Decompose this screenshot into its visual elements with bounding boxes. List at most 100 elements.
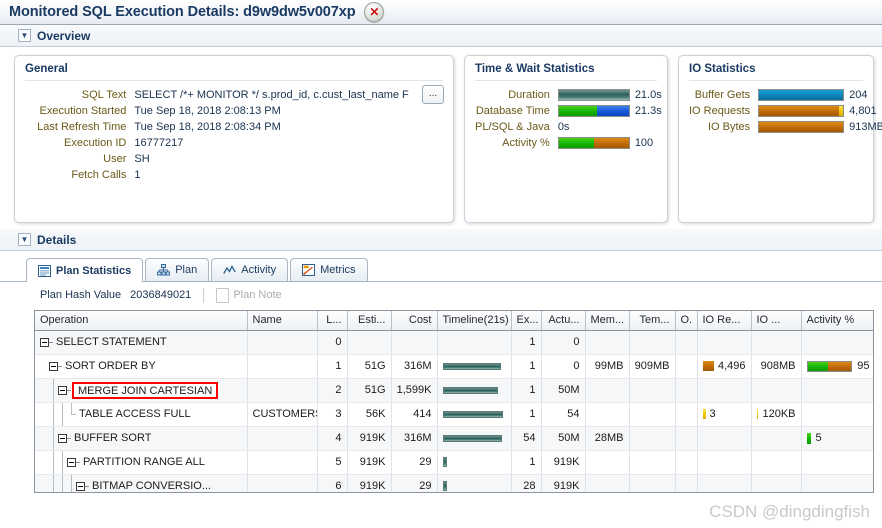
cell-executions: 54 — [511, 426, 542, 451]
cell-actual: 919K — [541, 474, 586, 492]
cell-temp — [629, 330, 676, 355]
cell-temp — [629, 378, 676, 403]
column-header-timeline[interactable]: Timeline(21s) — [437, 311, 512, 331]
column-header-io_bytes[interactable]: IO ... — [751, 311, 802, 331]
tab-label: Plan Statistics — [56, 264, 132, 277]
column-header-operation[interactable]: Operation — [35, 311, 248, 331]
cell-memory — [585, 474, 630, 492]
column-header-cost[interactable]: Cost — [391, 311, 438, 331]
close-icon[interactable]: ✕ — [364, 2, 385, 22]
column-header-line[interactable]: L... — [317, 311, 348, 331]
cell-io_requests — [697, 450, 752, 475]
tab-label: Metrics — [320, 264, 356, 276]
general-label: SQL Text — [81, 89, 127, 101]
cell-memory — [585, 450, 630, 475]
cell-io_requests — [697, 426, 752, 451]
tree-expander-icon[interactable] — [40, 337, 49, 347]
table-row[interactable]: SELECT STATEMENT 0 1 0 — [35, 330, 873, 355]
cell-timeline — [437, 354, 512, 379]
cell-estimated: 919K — [347, 450, 392, 475]
tree-guide — [40, 451, 49, 474]
value-wrapper: 913MB — [758, 121, 882, 134]
value-text: 204 — [849, 89, 868, 102]
value-wrapper: 100 — [557, 137, 653, 150]
tree-expander-icon[interactable] — [49, 361, 58, 371]
tab-label: Activity — [241, 264, 277, 276]
time-stat-value: 100 — [557, 135, 662, 151]
cell-estimated: 919K — [347, 426, 392, 451]
cell-other — [675, 402, 698, 427]
sql-text-expand-button[interactable]: ... — [422, 85, 444, 104]
tree-expander-icon[interactable] — [58, 385, 67, 395]
tree-guide — [49, 426, 58, 449]
cell-name — [247, 378, 318, 403]
cell-memory — [585, 378, 630, 403]
general-value: SH — [134, 153, 150, 165]
value-text: 913MB — [849, 121, 882, 134]
cell-io_bytes — [751, 474, 802, 492]
general-value: SELECT /*+ MONITOR */ s.prod_id, c.cust_… — [134, 89, 409, 101]
cell-line: 3 — [317, 402, 348, 427]
value-wrapper: 21.3s — [557, 105, 662, 118]
cell-timeline — [437, 474, 512, 492]
metrics-gauge-icon — [302, 264, 316, 276]
table-row[interactable]: SORT ORDER BY 1 51G 316M 1 0 99MB 909MB 4,496 908… — [35, 354, 873, 379]
cell-actual: 54 — [541, 402, 586, 427]
field-row: SQL Text SELECT /*+ MONITOR */ s.prod_id,… — [25, 87, 443, 103]
cell-executions: 1 — [511, 402, 542, 427]
tab-plan-statistics[interactable]: Plan Statistics — [26, 258, 144, 282]
tree-expander-icon[interactable] — [76, 481, 85, 491]
cell-temp — [629, 474, 676, 492]
column-header-actual[interactable]: Actu... — [541, 311, 586, 331]
details-section-header[interactable]: ▼ Details — [0, 229, 882, 251]
plan-note-button[interactable]: Plan Note — [216, 287, 282, 303]
value-text: 21.3s — [634, 105, 662, 118]
plan-statistics-table-container[interactable]: Operation Name L... Esti... Cost Timeline(21s… — [34, 310, 874, 493]
cell-timeline — [437, 330, 512, 355]
overview-section-header[interactable]: ▼ Overview — [0, 25, 882, 47]
column-header-memory[interactable]: Mem... — [585, 311, 630, 331]
tab-plan[interactable]: Plan — [145, 258, 210, 281]
chevron-down-icon[interactable]: ▼ — [18, 233, 31, 246]
column-header-activity[interactable]: Activity % — [801, 311, 873, 331]
bar-segment — [838, 106, 844, 117]
bar-segment — [759, 90, 844, 101]
column-header-io_requests[interactable]: IO Re... — [697, 311, 752, 331]
io_bytes-bar — [756, 409, 759, 419]
cell-temp — [629, 450, 676, 475]
value-wrapper: 0s — [558, 121, 570, 133]
tab-activity[interactable]: Activity — [211, 258, 289, 281]
time-stat-value: 21.3s — [557, 103, 662, 119]
tree-expander-icon[interactable] — [58, 433, 67, 443]
cell-activity: 95 — [801, 354, 873, 379]
table-row[interactable]: TABLE ACCESS FULL CUSTOMERS 3 56K 414 1 54 3 120… — [35, 402, 873, 427]
column-header-temp[interactable]: Tem... — [629, 311, 676, 331]
table-row[interactable]: BITMAP CONVERSIO... 6 919K 29 28 919K — [35, 474, 873, 492]
field-row: Activity % 100 — [475, 135, 662, 151]
chevron-down-icon[interactable]: ▼ — [18, 29, 31, 42]
tree-expander-icon[interactable] — [67, 457, 76, 467]
cell-temp: 909MB — [629, 354, 676, 379]
cell-cost — [391, 330, 438, 355]
tree-guide — [49, 450, 58, 473]
column-header-other[interactable]: O. — [675, 311, 698, 331]
cell-line: 4 — [317, 426, 348, 451]
tab-metrics[interactable]: Metrics — [290, 258, 368, 281]
details-tab-strip: Plan Statistics Plan Activity Metrics — [0, 257, 882, 282]
table-row[interactable]: PARTITION RANGE ALL 5 919K 29 1 919K — [35, 450, 873, 475]
io_requests-value: 4,496 — [717, 360, 746, 372]
cell-io_bytes: 908MB — [751, 354, 802, 379]
operation-name-highlighted: MERGE JOIN CARTESIAN — [72, 381, 219, 399]
cell-activity: 5 — [801, 426, 873, 451]
window-title-bar: Monitored SQL Execution Details: d9w9dw5… — [0, 0, 882, 25]
cell-io_requests: 4,496 — [697, 354, 752, 379]
table-row[interactable]: BUFFER SORT 4 919K 316M 54 50M 28MB 5 — [35, 426, 873, 451]
cell-io_bytes — [751, 378, 802, 403]
column-header-estimated[interactable]: Esti... — [347, 311, 392, 331]
column-header-executions[interactable]: Ex... — [511, 311, 542, 331]
cell-line: 5 — [317, 450, 348, 475]
cell-estimated: 56K — [347, 402, 392, 427]
table-row[interactable]: MERGE JOIN CARTESIAN 2 51G 1,599K 1 50M — [35, 378, 873, 403]
column-header-name[interactable]: Name — [247, 311, 318, 331]
cell-actual: 919K — [541, 450, 586, 475]
